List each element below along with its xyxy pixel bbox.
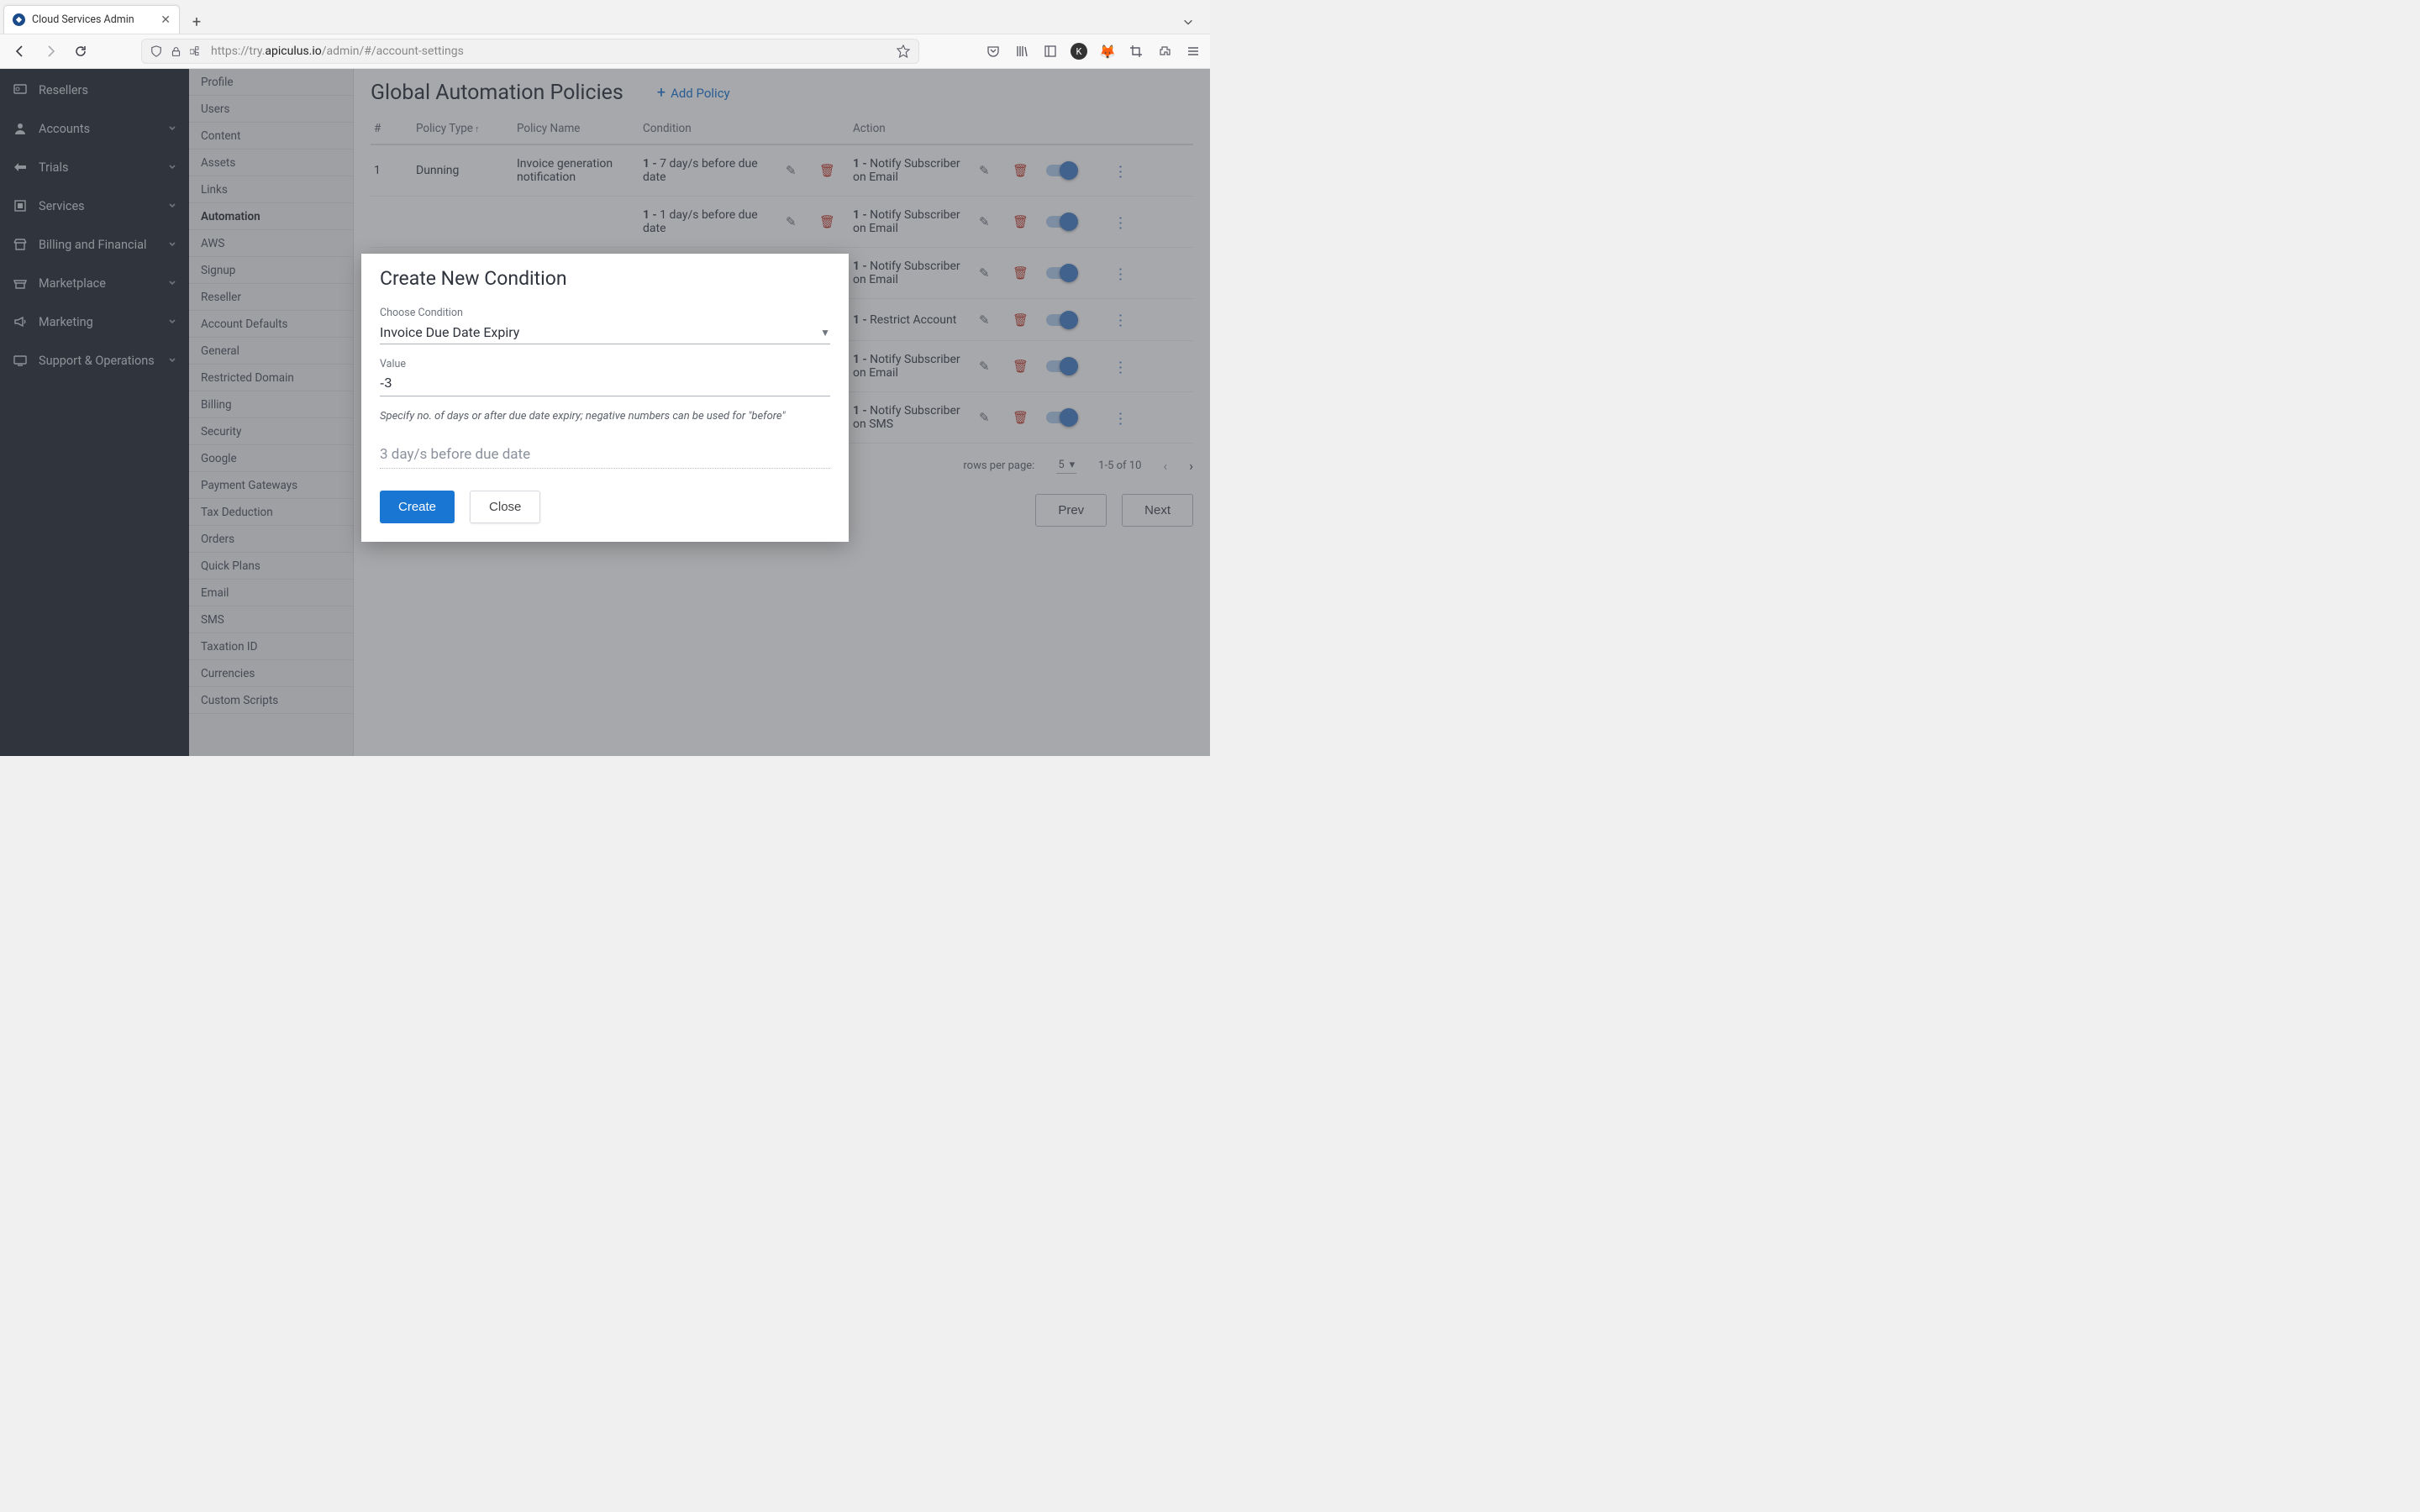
choose-condition-value: Invoice Due Date Expiry	[380, 324, 519, 340]
close-button[interactable]: Close	[470, 491, 540, 523]
browser-window: Cloud Services Admin ✕ +	[0, 0, 1210, 756]
shield-icon	[150, 45, 162, 57]
computed-condition-display: 3 day/s before due date	[380, 441, 830, 469]
modal-title: Create New Condition	[380, 267, 830, 290]
url-text: https://try.apiculus.io/admin/#/account-…	[211, 45, 888, 58]
library-icon[interactable]	[1013, 43, 1030, 60]
modal-backdrop[interactable]: Create New Condition Choose Condition In…	[0, 69, 1210, 756]
value-input[interactable]	[380, 372, 830, 396]
extensions-icon[interactable]	[1156, 43, 1173, 60]
new-tab-button[interactable]: +	[185, 10, 208, 34]
value-hint: Specify no. of days or after due date ex…	[380, 410, 830, 423]
field-value: Value	[380, 358, 830, 396]
dropdown-caret-icon: ▼	[820, 327, 830, 339]
value-label: Value	[380, 358, 830, 370]
nav-reload-icon[interactable]	[69, 39, 92, 63]
hamburger-menu-icon[interactable]	[1185, 43, 1202, 60]
choose-condition-select[interactable]: Invoice Due Date Expiry ▼	[380, 321, 830, 344]
lock-icon	[171, 46, 182, 57]
tab-favicon-icon	[13, 13, 25, 26]
create-button[interactable]: Create	[380, 491, 455, 523]
reader-icon[interactable]	[1042, 43, 1059, 60]
tabs-dropdown-icon[interactable]	[1176, 10, 1200, 34]
create-condition-modal: Create New Condition Choose Condition In…	[361, 254, 849, 542]
extension-crop-icon[interactable]	[1128, 43, 1144, 60]
toolbar-extensions: K 🦊	[985, 43, 1202, 60]
app-root: ResellersAccountsTrialsServicesBilling a…	[0, 69, 1210, 756]
account-avatar-icon[interactable]: K	[1071, 43, 1087, 60]
browser-toolbar: https://try.apiculus.io/admin/#/account-…	[0, 34, 1210, 69]
url-bar[interactable]: https://try.apiculus.io/admin/#/account-…	[141, 39, 919, 64]
tab-close-icon[interactable]: ✕	[160, 13, 171, 27]
pocket-icon[interactable]	[985, 43, 1002, 60]
tab-title: Cloud Services Admin	[32, 13, 134, 26]
field-choose-condition: Choose Condition Invoice Due Date Expiry…	[380, 307, 830, 344]
browser-tab[interactable]: Cloud Services Admin ✕	[3, 5, 180, 34]
choose-condition-label: Choose Condition	[380, 307, 830, 319]
nav-back-icon[interactable]	[8, 39, 32, 63]
metamask-icon[interactable]: 🦊	[1099, 43, 1116, 60]
browser-tabbar: Cloud Services Admin ✕ +	[0, 0, 1210, 34]
permissions-icon[interactable]	[190, 46, 203, 57]
modal-actions: Create Close	[380, 491, 830, 523]
bookmark-star-icon[interactable]	[897, 45, 910, 58]
nav-forward-icon[interactable]	[39, 39, 62, 63]
